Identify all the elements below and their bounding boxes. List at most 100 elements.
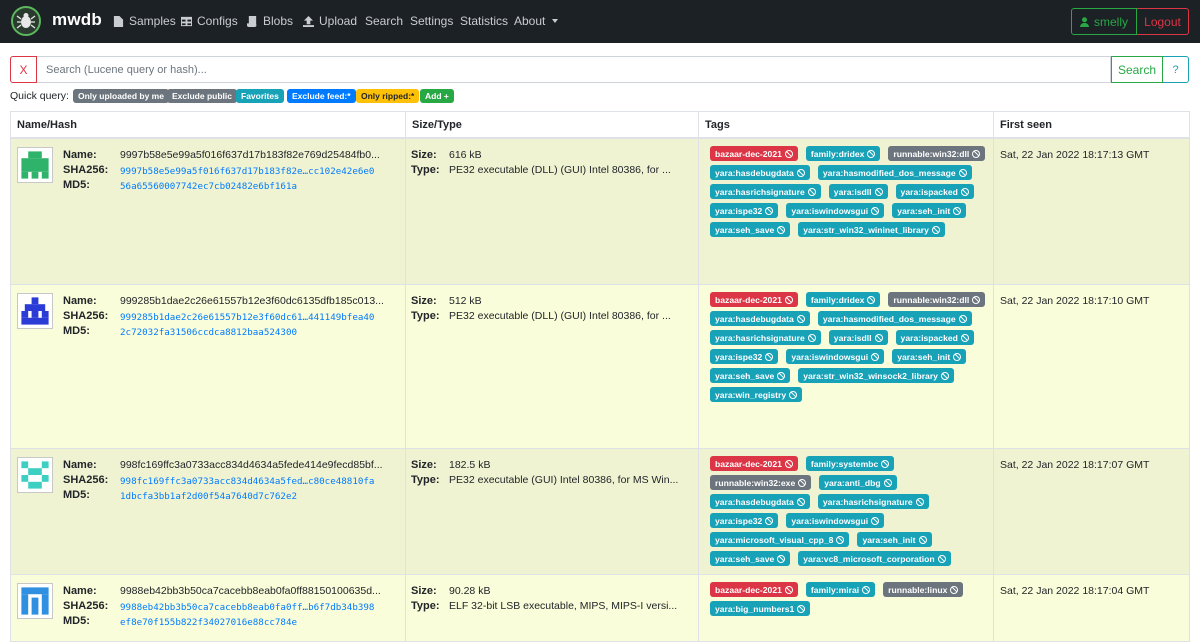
tag-badge[interactable]: yara:hasdebugdata xyxy=(710,311,810,326)
tag-badge[interactable]: yara:iswindowsgui xyxy=(786,513,885,528)
ban-icon[interactable] xyxy=(765,206,774,215)
ban-icon[interactable] xyxy=(950,585,959,594)
ban-icon[interactable] xyxy=(871,516,880,525)
tag-badge[interactable]: yara:anti_dbg xyxy=(819,475,897,490)
ban-icon[interactable] xyxy=(960,333,969,342)
header-first-seen[interactable]: First seen xyxy=(993,112,1052,138)
ban-icon[interactable] xyxy=(777,554,786,563)
quick-query-exclude-feed[interactable]: Exclude feed:* xyxy=(287,89,356,103)
ban-icon[interactable] xyxy=(807,187,816,196)
nav-search[interactable]: Search xyxy=(365,14,403,28)
sha256-link[interactable]: 999285b1dae2c26e61557b12e3f60dc61…441149… xyxy=(120,312,374,323)
tag-badge[interactable]: yara:ispe32 xyxy=(710,349,779,364)
tag-badge[interactable]: yara:microsoft_visual_cpp_8 xyxy=(710,532,850,547)
tag-badge[interactable]: runnable:win32:dll xyxy=(888,292,986,307)
ban-icon[interactable] xyxy=(797,604,806,613)
ban-icon[interactable] xyxy=(777,225,786,234)
ban-icon[interactable] xyxy=(958,314,967,323)
quick-query-add[interactable]: Add + xyxy=(420,89,454,103)
ban-icon[interactable] xyxy=(796,314,805,323)
nav-statistics[interactable]: Statistics xyxy=(460,14,508,28)
tag-badge[interactable]: yara:ispacked xyxy=(895,330,974,345)
tag-badge[interactable]: yara:seh_init xyxy=(892,203,967,218)
ban-icon[interactable] xyxy=(871,206,880,215)
nav-upload[interactable]: Upload xyxy=(303,14,357,28)
tag-badge[interactable]: yara:seh_save xyxy=(710,551,791,566)
tag-badge[interactable]: bazaar-dec-2021 xyxy=(710,146,798,161)
ban-icon[interactable] xyxy=(867,295,876,304)
ban-icon[interactable] xyxy=(789,390,798,399)
tag-badge[interactable]: yara:isdll xyxy=(828,184,888,199)
tag-badge[interactable]: bazaar-dec-2021 xyxy=(710,582,798,597)
search-input[interactable] xyxy=(37,56,1111,83)
ban-icon[interactable] xyxy=(784,585,793,594)
search-help-button[interactable]: ? xyxy=(1163,56,1189,83)
tag-badge[interactable]: yara:hasrichsignature xyxy=(710,330,821,345)
tag-badge[interactable]: family:dridex xyxy=(805,146,881,161)
md5-link[interactable]: 56a65560007742ec7cb02482e6bf161a xyxy=(120,181,297,192)
tag-badge[interactable]: family:mirai xyxy=(805,582,876,597)
ban-icon[interactable] xyxy=(765,516,774,525)
tag-badge[interactable]: yara:ispacked xyxy=(895,184,974,199)
ban-icon[interactable] xyxy=(796,497,805,506)
logout-button[interactable]: Logout xyxy=(1137,8,1189,35)
ban-icon[interactable] xyxy=(972,295,981,304)
tag-badge[interactable]: yara:ispe32 xyxy=(710,513,779,528)
tag-badge[interactable]: yara:vc8_microsoft_corporation xyxy=(798,551,951,566)
mwdb-logo-icon[interactable] xyxy=(11,6,41,36)
md5-link[interactable]: ef8e70f155b822f34027016e88cc784e xyxy=(120,617,297,628)
nav-samples[interactable]: Samples xyxy=(113,14,176,28)
header-tags[interactable]: Tags xyxy=(698,112,730,138)
brand-name[interactable]: mwdb xyxy=(52,10,102,30)
user-profile-button[interactable]: smelly xyxy=(1071,8,1137,35)
ban-icon[interactable] xyxy=(784,295,793,304)
ban-icon[interactable] xyxy=(784,459,793,468)
tag-badge[interactable]: yara:seh_save xyxy=(710,368,791,383)
ban-icon[interactable] xyxy=(940,371,949,380)
ban-icon[interactable] xyxy=(871,352,880,361)
ban-icon[interactable] xyxy=(874,187,883,196)
ban-icon[interactable] xyxy=(881,459,890,468)
ban-icon[interactable] xyxy=(953,206,962,215)
tag-badge[interactable]: yara:seh_init xyxy=(892,349,967,364)
ban-icon[interactable] xyxy=(960,187,969,196)
tag-badge[interactable]: bazaar-dec-2021 xyxy=(710,456,798,471)
sha256-link[interactable]: 9988eb42bb3b50ca7cacebb8eab0fa0ff…b6f7db… xyxy=(120,602,374,613)
ban-icon[interactable] xyxy=(972,149,981,158)
tag-badge[interactable]: yara:isdll xyxy=(828,330,888,345)
ban-icon[interactable] xyxy=(777,371,786,380)
tag-badge[interactable]: yara:seh_init xyxy=(857,532,932,547)
tag-badge[interactable]: yara:ispe32 xyxy=(710,203,779,218)
tag-badge[interactable]: yara:big_numbers1 xyxy=(710,601,811,616)
ban-icon[interactable] xyxy=(918,535,927,544)
ban-icon[interactable] xyxy=(931,225,940,234)
tag-badge[interactable]: bazaar-dec-2021 xyxy=(710,292,798,307)
nav-about-dropdown[interactable]: About xyxy=(514,14,559,28)
tag-badge[interactable]: yara:hasrichsignature xyxy=(710,184,821,199)
tag-badge[interactable]: runnable:win32:dll xyxy=(888,146,986,161)
quick-query-exclude-public[interactable]: Exclude public xyxy=(167,89,237,103)
tag-badge[interactable]: runnable:win32:exe xyxy=(710,475,812,490)
tag-badge[interactable]: yara:iswindowsgui xyxy=(786,349,885,364)
table-row[interactable]: Name: SHA256: MD5: 998fc169ffc3a0733acc8… xyxy=(10,449,1190,575)
tag-badge[interactable]: yara:seh_save xyxy=(710,222,791,237)
md5-link[interactable]: 2c72032fa31506ccdca8812baa524300 xyxy=(120,327,297,338)
table-row[interactable]: Name: SHA256: MD5: 9997b58e5e99a5f016f63… xyxy=(10,139,1190,285)
table-row[interactable]: Name: SHA256: MD5: 999285b1dae2c26e61557… xyxy=(10,285,1190,449)
sha256-link[interactable]: 9997b58e5e99a5f016f637d17b183f82e…cc102e… xyxy=(120,166,374,177)
tag-badge[interactable]: yara:hasmodified_dos_message xyxy=(817,311,972,326)
ban-icon[interactable] xyxy=(765,352,774,361)
tag-badge[interactable]: yara:iswindowsgui xyxy=(786,203,885,218)
md5-link[interactable]: 1dbcfa3bb1af2d00f54a7640d7c762e2 xyxy=(120,491,297,502)
ban-icon[interactable] xyxy=(937,554,946,563)
tag-badge[interactable]: yara:str_win32_wininet_library xyxy=(798,222,945,237)
quick-query-favorites[interactable]: Favorites xyxy=(236,89,284,103)
ban-icon[interactable] xyxy=(798,478,807,487)
tag-badge[interactable]: yara:str_win32_winsock2_library xyxy=(798,368,954,383)
header-size-type[interactable]: Size/Type xyxy=(405,112,462,138)
tag-badge[interactable]: yara:hasmodified_dos_message xyxy=(817,165,972,180)
header-name-hash[interactable]: Name/Hash xyxy=(10,112,77,138)
ban-icon[interactable] xyxy=(796,168,805,177)
ban-icon[interactable] xyxy=(953,352,962,361)
ban-icon[interactable] xyxy=(862,585,871,594)
